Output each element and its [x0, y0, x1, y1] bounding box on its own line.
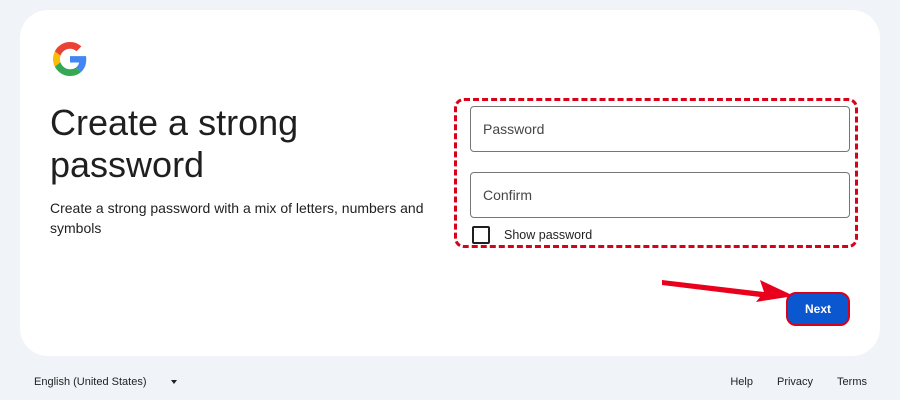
page-title: Create a strong password: [50, 102, 299, 185]
language-label: English (United States): [34, 376, 147, 388]
footer-link-terms[interactable]: Terms: [837, 376, 867, 388]
show-password-toggle[interactable]: Show password: [472, 226, 592, 244]
signup-card: Create a strong password Create a strong…: [20, 10, 880, 356]
language-selector[interactable]: English (United States): [34, 376, 177, 388]
next-button[interactable]: Next: [786, 292, 850, 326]
confirm-password-input[interactable]: [470, 172, 850, 218]
footer-link-privacy[interactable]: Privacy: [777, 376, 813, 388]
footer-link-help[interactable]: Help: [730, 376, 753, 388]
footer: English (United States) Help Privacy Ter…: [0, 370, 900, 394]
chevron-down-icon: [170, 380, 177, 384]
password-input[interactable]: [470, 106, 850, 152]
footer-links: Help Privacy Terms: [706, 376, 867, 388]
show-password-label: Show password: [504, 228, 593, 242]
arrow-right-icon: [662, 280, 794, 302]
page-subtitle: Create a strong password with a mix of l…: [50, 200, 424, 236]
show-password-checkbox[interactable]: [472, 226, 490, 244]
google-logo-icon: [53, 42, 87, 76]
